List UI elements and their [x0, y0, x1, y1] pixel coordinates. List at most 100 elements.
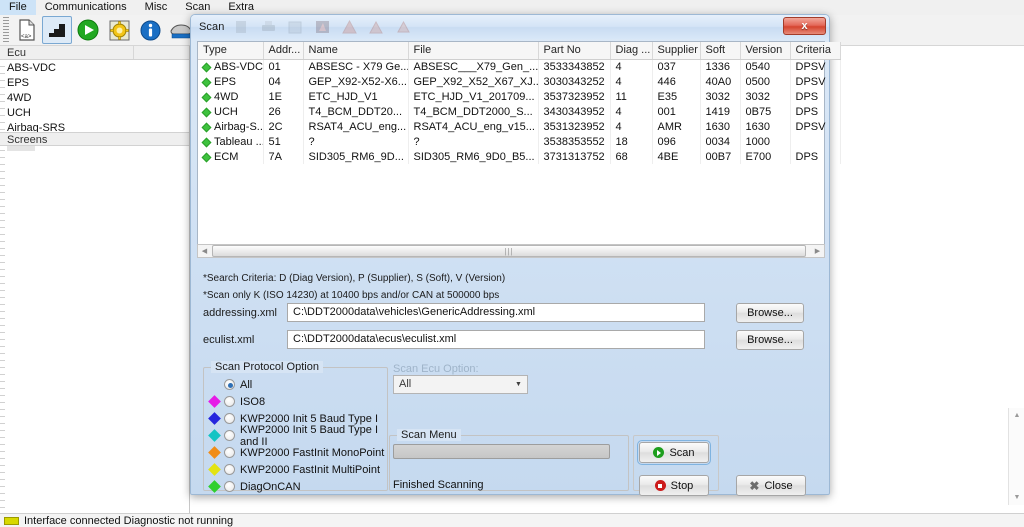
col-header-criteria[interactable]: Criteria	[790, 42, 841, 60]
sidebar-item-4wd[interactable]: 4WD	[7, 91, 189, 106]
scan-status-text: Finished Scanning	[393, 479, 484, 491]
scan-results-table-container: Type Addr... Name File Part No Diag ... …	[197, 41, 841, 256]
cell-type-label: 4WD	[214, 90, 239, 103]
col-header-supplier[interactable]: Supplier	[652, 42, 701, 60]
dialog-title-bar[interactable]: Scan x	[191, 15, 829, 39]
diamond-kwp-mono-icon	[208, 446, 221, 459]
column-divider[interactable]	[133, 46, 134, 59]
close-button[interactable]: ✖ Close	[736, 475, 806, 496]
scroll-left-icon[interactable]: ◀	[198, 247, 211, 255]
scan-ecu-option-title: Scan Ecu Option:	[393, 363, 479, 375]
table-row[interactable]: ECM 7A SID305_RM6_9D... SID305_RM6_9D0_B5..…	[198, 149, 841, 164]
stop-button[interactable]: Stop	[639, 475, 709, 496]
cell-diag: 4	[610, 74, 653, 89]
addressing-browse-button[interactable]: Browse...	[736, 303, 804, 323]
eculist-xml-input[interactable]: C:\DDT2000data\ecus\eculist.xml	[287, 330, 705, 349]
document-icon-button[interactable]: <a>	[11, 16, 41, 44]
play-icon	[77, 19, 99, 41]
cell-criteria: DPS	[790, 104, 841, 119]
cell-diag: 4	[610, 104, 653, 119]
stop-button-label: Stop	[670, 479, 694, 492]
cell-diag: 18	[610, 134, 653, 149]
screens-header[interactable]: Screens	[0, 132, 189, 146]
svg-text:<a>: <a>	[21, 34, 32, 40]
cell-name: RSAT4_ACU_eng...	[303, 119, 409, 134]
scan-button[interactable]: Scan	[637, 440, 711, 465]
col-header-file[interactable]: File	[408, 42, 539, 60]
radio-iso8[interactable]	[224, 396, 235, 407]
col-header-part-no[interactable]: Part No	[538, 42, 611, 60]
scan-protocol-option-title: Scan Protocol Option	[211, 361, 323, 373]
radio-label-kwp-fastinit-mono: KWP2000 FastInit MonoPoint	[240, 446, 385, 459]
radio-kwp-5baud-1[interactable]	[224, 413, 235, 424]
status-bar: Interface connected Diagnostic not runni…	[0, 513, 1024, 527]
radio-diagoncan[interactable]	[224, 481, 235, 492]
radio-label-kwp-fastinit-multi: KWP2000 FastInit MultiPoint	[240, 463, 381, 476]
cell-supplier: 037	[652, 59, 701, 74]
ghost-warning-icon-3	[392, 18, 414, 36]
menu-extra[interactable]: Extra	[219, 0, 263, 15]
table-row[interactable]: EPS 04 GEP_X92-X52-X6... GEP_X92_X52_X67_XJ…	[198, 74, 841, 89]
scroll-up-icon[interactable]: ▲	[1009, 408, 1024, 423]
col-header-addr[interactable]: Addr...	[263, 42, 304, 60]
play-icon-button[interactable]	[73, 16, 103, 44]
cell-diag: 4	[610, 119, 653, 134]
table-row[interactable]: Airbag-S... 2C RSAT4_ACU_eng... RSAT4_ACU_e…	[198, 119, 841, 134]
close-button-label: Close	[764, 479, 793, 492]
pane-grip[interactable]	[0, 46, 5, 513]
col-header-soft[interactable]: Soft	[700, 42, 741, 60]
sidebar-item-abs-vdc[interactable]: ABS-VDC	[7, 61, 189, 76]
radio-kwp-fastinit-multi[interactable]	[224, 464, 235, 475]
scan-speed-note: *Scan only K (ISO 14230) at 10400 bps an…	[203, 290, 500, 301]
menu-scan[interactable]: Scan	[176, 0, 219, 15]
gear-icon-button[interactable]	[104, 16, 134, 44]
menu-misc[interactable]: Misc	[136, 0, 177, 15]
cell-addr: 04	[263, 74, 304, 89]
scroll-right-icon[interactable]: ▶	[811, 247, 824, 255]
workspace-vertical-scrollbar[interactable]: ▲ ▼	[1008, 408, 1024, 505]
chevron-down-icon[interactable]: ▼	[511, 377, 526, 392]
status-bar-text: Interface connected Diagnostic not runni…	[24, 514, 234, 527]
table-row[interactable]: ABS-VDC 01 ABSESC - X79 Ge... ABSESC___X79_…	[198, 59, 841, 74]
table-horizontal-scrollbar[interactable]: ◀ ||| ▶	[197, 244, 825, 258]
cell-supplier: 096	[652, 134, 701, 149]
cell-type: Tableau ...	[198, 134, 264, 149]
info-icon-button[interactable]	[135, 16, 165, 44]
sidebar-item-uch[interactable]: UCH	[7, 106, 189, 121]
eculist-browse-button[interactable]: Browse...	[736, 330, 804, 350]
col-header-version[interactable]: Version	[740, 42, 791, 60]
dialog-close-button[interactable]: x	[783, 17, 826, 35]
cell-part-no: 3538353552	[538, 134, 611, 149]
barchart-icon-button[interactable]	[42, 16, 72, 44]
close-x-icon: ✖	[749, 478, 760, 493]
sidebar-item-eps[interactable]: EPS	[7, 76, 189, 91]
table-row[interactable]: Tableau ... 51?? 3538353552 18 096 0034 1000	[198, 134, 841, 149]
col-header-name[interactable]: Name	[303, 42, 409, 60]
scan-ecu-option-select[interactable]: All ▼	[393, 375, 528, 394]
cell-criteria: DPS	[790, 149, 841, 164]
radio-kwp-fastinit-mono[interactable]	[224, 447, 235, 458]
menu-communications[interactable]: Communications	[36, 0, 136, 15]
cell-part-no: 3537323952	[538, 89, 611, 104]
radio-all[interactable]	[224, 379, 235, 390]
hscroll-track[interactable]: |||	[211, 245, 811, 257]
table-row[interactable]: UCH 26 T4_BCM_DDT20... T4_BCM_DDT2000_S... 3…	[198, 104, 841, 119]
table-row[interactable]: 4WD 1E ETC_HJD_V1 ETC_HJD_V1_201709... 35373…	[198, 89, 841, 104]
radio-kwp-5baud-1-2[interactable]	[224, 430, 235, 441]
col-header-type[interactable]: Type	[198, 42, 264, 60]
toolbar-grip[interactable]	[3, 17, 9, 43]
cell-version: 0500	[740, 74, 791, 89]
hscroll-thumb[interactable]: |||	[212, 245, 806, 257]
scroll-down-icon[interactable]: ▼	[1009, 490, 1024, 505]
ghost-document-icon	[230, 18, 252, 36]
ecu-list-header[interactable]: Ecu	[0, 46, 189, 60]
cell-file: ?	[408, 134, 539, 149]
status-diamond-icon	[201, 107, 212, 117]
cell-type-label: ABS-VDC	[214, 60, 263, 73]
diamond-kwp-5baud-1-icon	[208, 412, 221, 425]
addressing-xml-input[interactable]: C:\DDT2000data\vehicles\GenericAddressin…	[287, 303, 705, 322]
ecu-list-pane: Ecu ABS-VDC EPS 4WD UCH Airbag-SRS ECM S…	[0, 46, 190, 513]
cell-criteria	[790, 134, 841, 149]
col-header-diag[interactable]: Diag ...	[610, 42, 653, 60]
menu-file[interactable]: File	[0, 0, 36, 15]
